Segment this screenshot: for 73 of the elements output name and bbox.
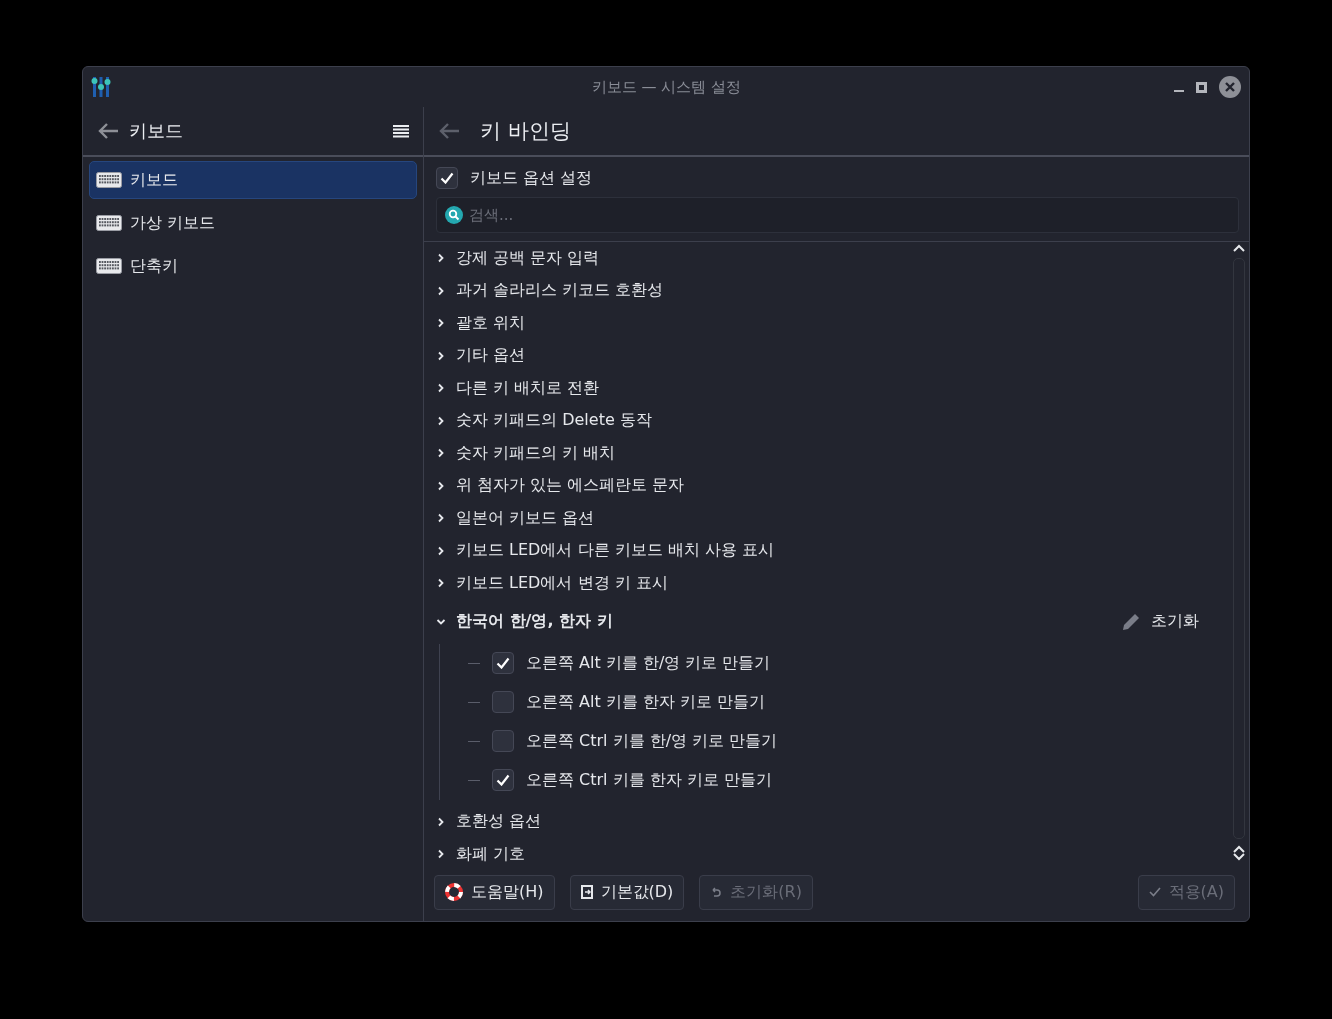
chevron-right-icon[interactable] — [436, 383, 446, 394]
pencil-icon — [1121, 611, 1141, 632]
sidebar-title: 키보드 — [129, 119, 183, 143]
keyboard-icon — [96, 172, 122, 188]
chevron-right-icon[interactable] — [436, 578, 446, 589]
option-group-label[interactable]: 호환성 옵션 — [456, 811, 542, 833]
lifebuoy-icon — [445, 883, 463, 901]
chevron-right-icon[interactable] — [436, 318, 446, 329]
back-button[interactable] — [438, 122, 460, 140]
checkbox-label: 키보드 옵션 설정 — [470, 167, 593, 189]
option-label: 오른쪽 Ctrl 키를 한/영 키로 만들기 — [526, 730, 778, 752]
sidebar-item-label: 단축키 — [130, 255, 178, 277]
option-group-label[interactable]: 위 첨자가 있는 에스페란토 문자 — [456, 475, 685, 497]
checkbox[interactable] — [492, 769, 514, 791]
option-label: 오른쪽 Alt 키를 한/영 키로 만들기 — [526, 652, 771, 674]
checkbox[interactable] — [492, 691, 514, 713]
page-title: 키 바인딩 — [480, 118, 571, 145]
checkmark-icon — [1148, 887, 1161, 897]
scroll-up-icon[interactable] — [1233, 244, 1245, 252]
option-group-label[interactable]: 숫자 키패드의 키 배치 — [456, 442, 616, 464]
option-group-label[interactable]: 일본어 키보드 옵션 — [456, 507, 595, 529]
keyboard-icon — [96, 215, 122, 231]
keyboard-icon — [96, 258, 122, 274]
option-label: 오른쪽 Ctrl 키를 한자 키로 만들기 — [526, 769, 772, 791]
chevron-right-icon[interactable] — [436, 253, 446, 264]
option-group-label[interactable]: 화폐 기호 — [456, 843, 526, 863]
option-group-label[interactable]: 과거 솔라리스 키코드 호환성 — [456, 280, 664, 302]
chevron-right-icon[interactable] — [436, 448, 446, 459]
checkmark-icon — [496, 657, 510, 669]
option-group-label[interactable]: 강제 공백 문자 입력 — [456, 247, 600, 269]
checkbox[interactable] — [492, 730, 514, 752]
option-group-label[interactable]: 괄호 위치 — [456, 312, 526, 334]
maximize-icon — [1196, 81, 1207, 93]
option-group-label[interactable]: 키보드 LED에서 다른 키보드 배치 사용 표시 — [456, 540, 774, 562]
menu-button[interactable] — [393, 124, 409, 138]
chevron-right-icon[interactable] — [436, 849, 446, 860]
close-button[interactable] — [1219, 76, 1241, 98]
checkmark-icon — [440, 172, 454, 184]
chevron-right-icon[interactable] — [436, 480, 446, 491]
window-title: 키보드 — 시스템 설정 — [590, 77, 743, 97]
undo-icon — [710, 886, 723, 898]
chevron-right-icon[interactable] — [436, 285, 446, 296]
reset-button[interactable]: 초기화 — [1115, 610, 1205, 633]
scroll-up-icon[interactable] — [1233, 845, 1245, 853]
chevron-right-icon[interactable] — [436, 513, 446, 524]
help-button[interactable]: 도움말(H) — [434, 874, 555, 910]
chevron-right-icon[interactable] — [436, 816, 446, 827]
search-field[interactable]: 검색... — [436, 197, 1239, 233]
close-icon — [1219, 76, 1241, 98]
minimize-icon — [1174, 90, 1184, 92]
chevron-right-icon[interactable] — [436, 350, 446, 361]
option-label: 오른쪽 Alt 키를 한자 키로 만들기 — [526, 691, 766, 713]
option-group-label[interactable]: 다른 키 배치로 전환 — [456, 377, 600, 399]
search-icon — [445, 206, 463, 224]
maximize-button[interactable] — [1196, 81, 1207, 93]
app-icon — [91, 76, 111, 98]
option-group-label[interactable]: 한국어 한/영, 한자 키 — [456, 611, 613, 632]
chevron-right-icon[interactable] — [436, 415, 446, 426]
defaults-button[interactable]: 기본값(D) — [569, 874, 685, 910]
checkmark-icon — [496, 774, 510, 786]
chevron-right-icon[interactable] — [436, 545, 446, 556]
sidebar-item[interactable]: 가상 키보드 — [89, 204, 417, 242]
scroll-down-icon[interactable] — [1233, 853, 1245, 861]
checkbox[interactable] — [492, 652, 514, 674]
sidebar-item-label: 가상 키보드 — [130, 212, 216, 234]
option-group-label[interactable]: 키보드 LED에서 변경 키 표시 — [456, 572, 668, 594]
sidebar-item[interactable]: 단축키 — [89, 247, 417, 285]
back-button[interactable] — [97, 122, 119, 140]
option-group-label[interactable]: 기타 옵션 — [456, 345, 526, 367]
sidebar-item[interactable]: 키보드 — [89, 161, 417, 199]
sidebar-item-label: 키보드 — [130, 169, 178, 191]
option-group-label[interactable]: 숫자 키패드의 Delete 동작 — [456, 410, 652, 432]
checkbox[interactable] — [436, 167, 458, 189]
